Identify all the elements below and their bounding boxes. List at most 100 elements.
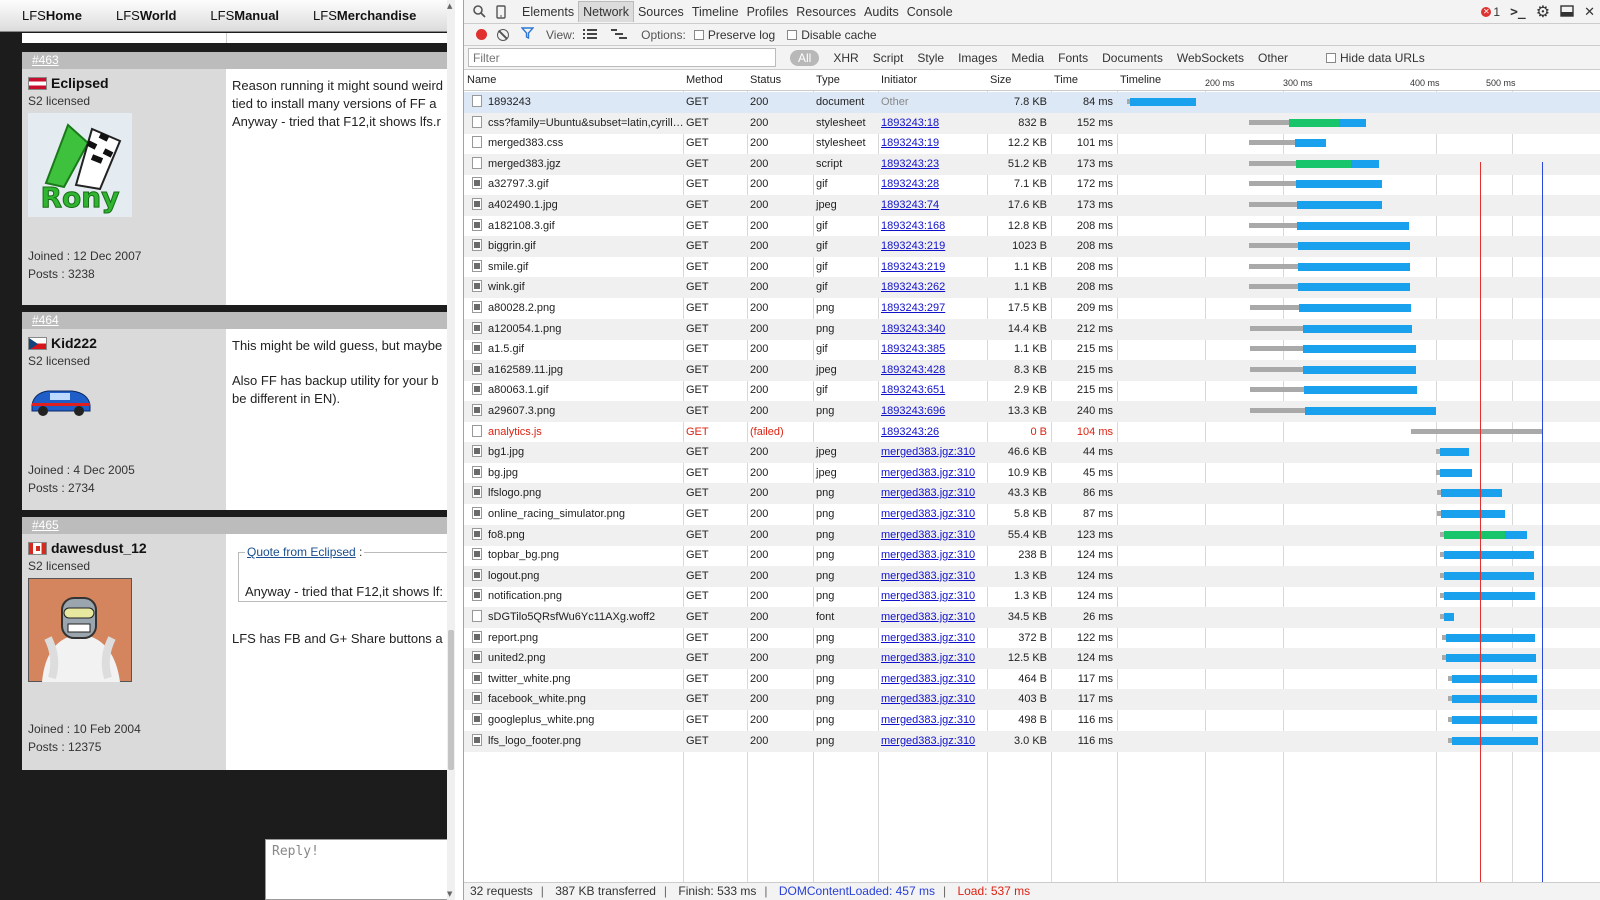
filter-type-script[interactable]: Script xyxy=(873,51,904,65)
tab-network[interactable]: Network xyxy=(578,1,634,22)
preserve-log-checkbox[interactable]: Preserve log xyxy=(693,28,775,42)
scroll-down-arrow-icon[interactable]: ▼ xyxy=(447,890,452,898)
cell-initiator[interactable]: 1893243:219 xyxy=(878,236,987,257)
initiator-link[interactable]: merged383.jgz:310 xyxy=(881,693,975,705)
post-number-link[interactable]: #464 xyxy=(32,313,59,327)
waterfall-overview-icon[interactable] xyxy=(611,28,628,42)
request-name[interactable]: googleplus_white.png xyxy=(488,714,594,726)
initiator-link[interactable]: 1893243:26 xyxy=(881,426,939,438)
tab-resources[interactable]: Resources xyxy=(792,2,860,22)
cell-initiator[interactable]: merged383.jgz:310 xyxy=(878,669,987,690)
page-scrollbar[interactable]: ▲ ▼ xyxy=(447,0,455,900)
column-header-type[interactable]: Type xyxy=(813,70,878,91)
cell-initiator[interactable]: merged383.jgz:310 xyxy=(878,710,987,731)
request-name[interactable]: lfslogo.png xyxy=(488,487,541,499)
filter-type-websockets[interactable]: WebSockets xyxy=(1177,51,1244,65)
request-name[interactable]: a402490.1.jpg xyxy=(488,199,558,211)
initiator-link[interactable]: 1893243:651 xyxy=(881,384,945,396)
table-row[interactable]: a80028.2.png GET 200 png 1893243:297 17.5 KB 2… xyxy=(464,298,1600,319)
cell-initiator[interactable]: merged383.jgz:310 xyxy=(878,525,987,546)
tab-audits[interactable]: Audits xyxy=(860,2,903,22)
request-name[interactable]: merged383.jgz xyxy=(488,158,561,170)
post-number-link[interactable]: #463 xyxy=(32,53,59,67)
initiator-link[interactable]: 1893243:23 xyxy=(881,158,939,170)
initiator-link[interactable]: 1893243:297 xyxy=(881,302,945,314)
initiator-link[interactable]: merged383.jgz:310 xyxy=(881,673,975,685)
initiator-link[interactable]: merged383.jgz:310 xyxy=(881,487,975,499)
request-name[interactable]: online_racing_simulator.png xyxy=(488,508,625,520)
request-name[interactable]: bg1.jpg xyxy=(488,446,524,458)
column-header-initiator[interactable]: Initiator xyxy=(878,70,987,91)
table-row[interactable]: analytics.js GET (failed) 1893243:26 0 B 104 … xyxy=(464,422,1600,443)
cell-initiator[interactable]: 1893243:219 xyxy=(878,257,987,278)
table-row[interactable]: online_racing_simulator.png GET 200 png merg… xyxy=(464,504,1600,525)
table-row[interactable]: a29607.3.png GET 200 png 1893243:696 13.3 KB 2… xyxy=(464,401,1600,422)
close-icon[interactable]: ✕ xyxy=(1584,4,1595,20)
cell-initiator[interactable]: merged383.jgz:310 xyxy=(878,586,987,607)
device-mode-icon[interactable] xyxy=(490,1,512,23)
request-name[interactable]: a162589.11.jpg xyxy=(488,364,563,376)
cell-initiator[interactable]: merged383.jgz:310 xyxy=(878,566,987,587)
tab-timeline[interactable]: Timeline xyxy=(688,2,743,22)
filter-funnel-icon[interactable] xyxy=(520,27,535,42)
cell-initiator[interactable]: 1893243:262 xyxy=(878,277,987,298)
record-button-icon[interactable] xyxy=(476,29,487,40)
initiator-link[interactable]: 1893243:219 xyxy=(881,240,945,252)
request-name[interactable]: 1893243 xyxy=(488,96,531,108)
column-header-method[interactable]: Method xyxy=(683,70,747,91)
nav-link-world[interactable]: LFSWorld xyxy=(116,8,176,23)
console-drawer-icon[interactable]: >_ xyxy=(1510,5,1526,20)
request-name[interactable]: topbar_bg.png xyxy=(488,549,559,561)
request-name[interactable]: notification.png xyxy=(488,590,562,602)
request-name[interactable]: sDGTilo5QRsfWu6Yc11AXg.woff2 xyxy=(488,611,655,623)
scroll-up-arrow-icon[interactable]: ▲ xyxy=(447,2,452,10)
initiator-link[interactable]: merged383.jgz:310 xyxy=(881,549,975,561)
initiator-link[interactable]: merged383.jgz:310 xyxy=(881,611,975,623)
request-name[interactable]: merged383.css xyxy=(488,137,563,149)
request-name[interactable]: a32797.3.gif xyxy=(488,178,549,190)
request-name[interactable]: bg.jpg xyxy=(488,467,518,479)
initiator-link[interactable]: 1893243:340 xyxy=(881,323,945,335)
scrollbar-thumb[interactable] xyxy=(448,630,454,770)
disable-cache-checkbox[interactable]: Disable cache xyxy=(787,28,877,42)
request-name[interactable]: a80063.1.gif xyxy=(488,384,549,396)
tab-sources[interactable]: Sources xyxy=(634,2,688,22)
cell-initiator[interactable]: 1893243:696 xyxy=(878,401,987,422)
initiator-link[interactable]: 1893243:696 xyxy=(881,405,945,417)
table-row[interactable]: wink.gif GET 200 gif 1893243:262 1.1 KB 208 ms xyxy=(464,277,1600,299)
filter-type-all[interactable]: All xyxy=(790,49,820,66)
cell-initiator[interactable]: merged383.jgz:310 xyxy=(878,463,987,484)
cell-initiator[interactable]: merged383.jgz:310 xyxy=(878,442,987,463)
request-name[interactable]: report.png xyxy=(488,632,538,644)
table-row[interactable]: facebook_white.png GET 200 png merged383.jgz… xyxy=(464,689,1600,711)
nav-link-home[interactable]: LFSHome xyxy=(22,8,82,23)
table-row[interactable]: a32797.3.gif GET 200 gif 1893243:28 7.1 KB 172… xyxy=(464,174,1600,195)
filter-input[interactable] xyxy=(468,48,776,67)
request-name[interactable]: twitter_white.png xyxy=(488,673,571,685)
table-row[interactable]: a162589.11.jpg GET 200 jpeg 1893243:428 8.3 K… xyxy=(464,359,1600,381)
nav-link-manual[interactable]: LFSManual xyxy=(210,8,279,23)
initiator-link[interactable]: merged383.jgz:310 xyxy=(881,446,975,458)
initiator-link[interactable]: merged383.jgz:310 xyxy=(881,714,975,726)
cell-initiator[interactable]: 1893243:26 xyxy=(878,422,987,443)
cell-initiator[interactable]: 1893243:74 xyxy=(878,195,987,216)
table-row[interactable]: css?family=Ubuntu&subset=latin,cyrill… GE… xyxy=(464,112,1600,134)
initiator-link[interactable]: 1893243:428 xyxy=(881,364,945,376)
initiator-link[interactable]: 1893243:168 xyxy=(881,220,945,232)
nav-link-merchandise[interactable]: LFSMerchandise xyxy=(313,8,416,23)
table-row[interactable]: a80063.1.gif GET 200 gif 1893243:651 2.9 KB 21… xyxy=(464,380,1600,401)
initiator-link[interactable]: 1893243:28 xyxy=(881,178,939,190)
table-row[interactable]: twitter_white.png GET 200 png merged383.jgz:… xyxy=(464,669,1600,690)
table-row[interactable]: fo8.png GET 200 png merged383.jgz:310 55.4 KB… xyxy=(464,524,1600,546)
error-count-badge[interactable]: ✕ 1 xyxy=(1481,5,1500,19)
table-row[interactable]: topbar_bg.png GET 200 png merged383.jgz:310 2… xyxy=(464,545,1600,566)
filter-type-xhr[interactable]: XHR xyxy=(833,51,858,65)
column-header-timeline[interactable]: Timeline xyxy=(1117,70,1600,91)
initiator-link[interactable]: merged383.jgz:310 xyxy=(881,652,975,664)
table-row[interactable]: a402490.1.jpg GET 200 jpeg 1893243:74 17.6 KB… xyxy=(464,195,1600,216)
cell-initiator[interactable]: merged383.jgz:310 xyxy=(878,628,987,649)
filter-type-other[interactable]: Other xyxy=(1258,51,1288,65)
filter-type-images[interactable]: Images xyxy=(958,51,997,65)
cell-initiator[interactable]: 1893243:385 xyxy=(878,339,987,360)
cell-initiator[interactable]: 1893243:340 xyxy=(878,319,987,340)
